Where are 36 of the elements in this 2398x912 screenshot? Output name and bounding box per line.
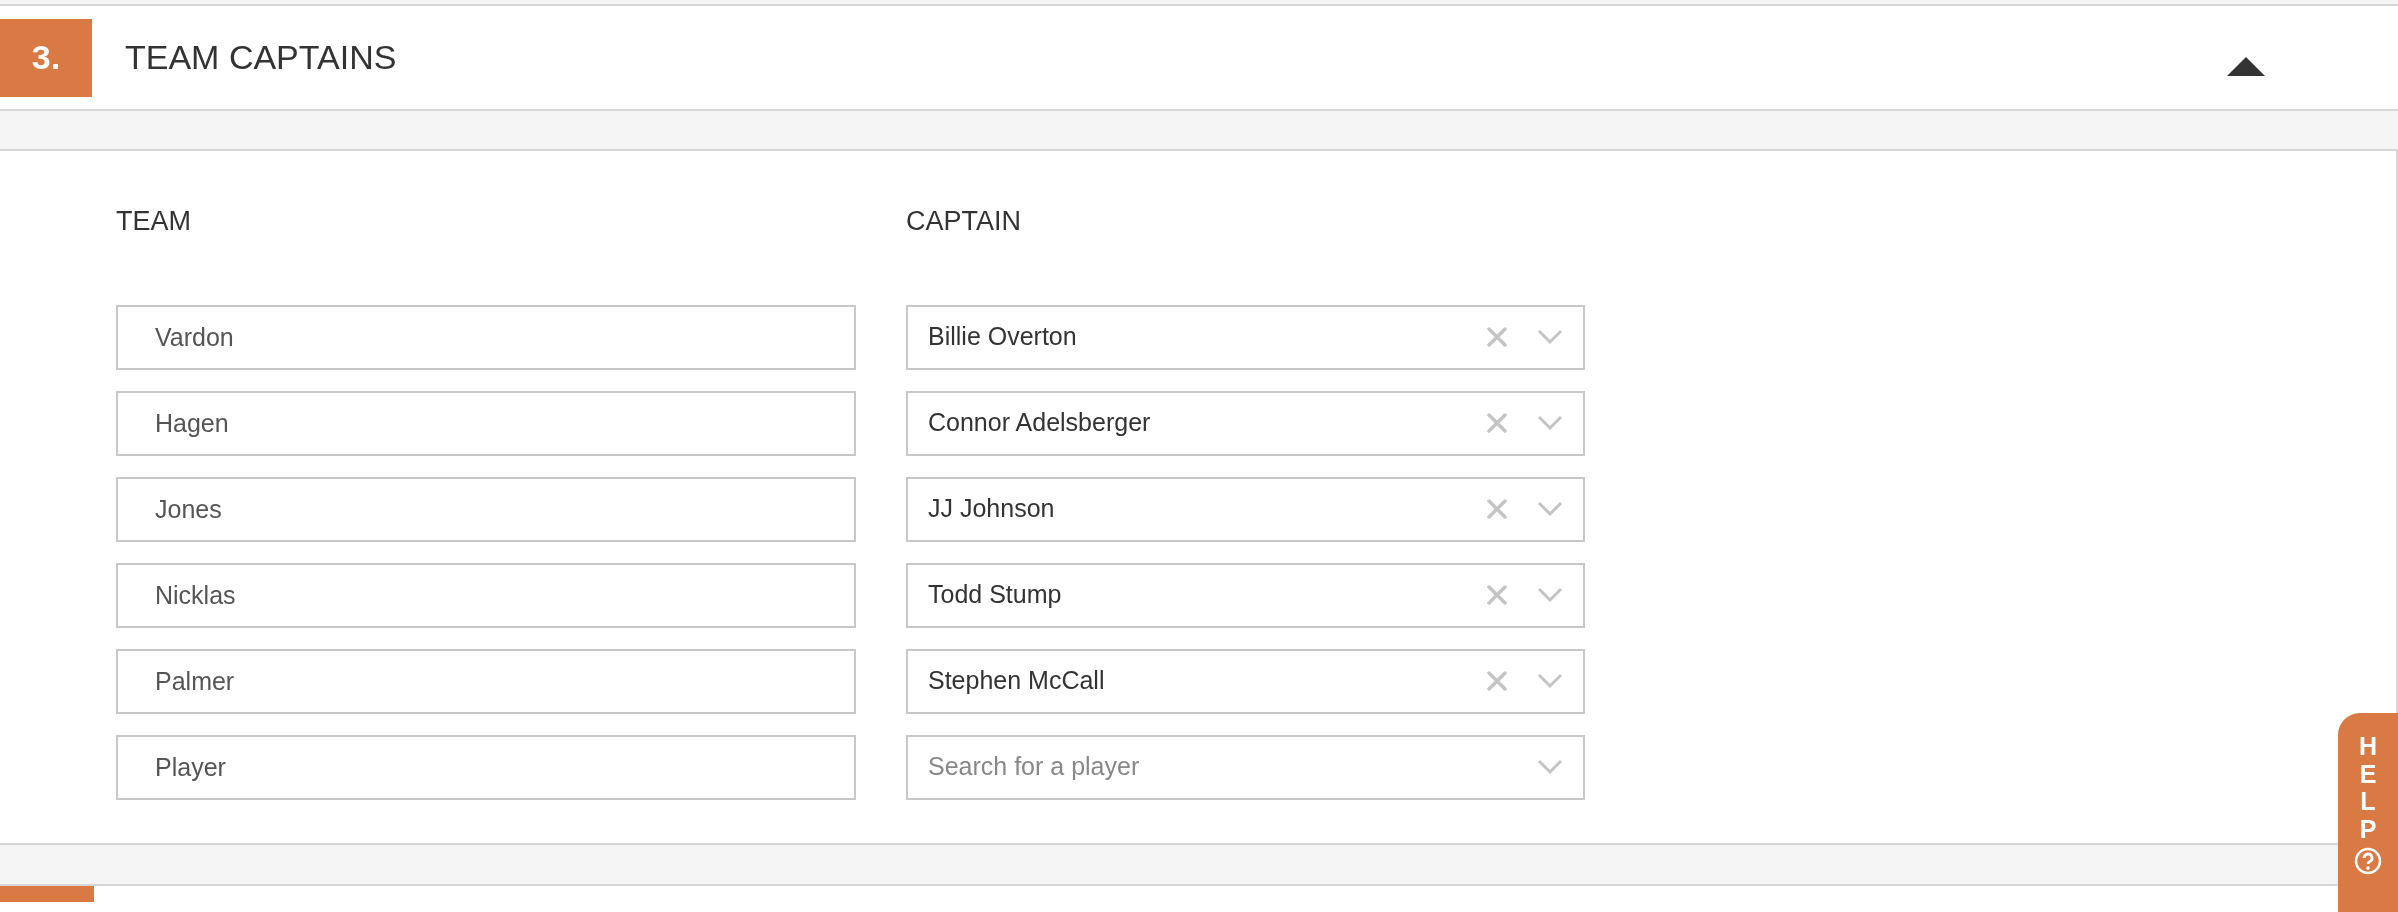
- captain-name: Billie Overton: [928, 321, 1077, 353]
- team-name-field[interactable]: Nicklas: [116, 562, 856, 628]
- placeholder-text: Search for a player: [928, 751, 1140, 783]
- chevron-down-icon[interactable]: [1537, 501, 1563, 517]
- section-title: TEAM CAPTAINS: [125, 37, 397, 78]
- question-circle-icon: [2354, 847, 2382, 875]
- captain-select[interactable]: Billie Overton: [906, 304, 1585, 370]
- team-name-field[interactable]: Vardon: [116, 304, 856, 370]
- clear-icon[interactable]: [1487, 327, 1507, 347]
- team-name-field[interactable]: Player: [116, 734, 856, 800]
- captain-name: Connor Adelsberger: [928, 407, 1151, 439]
- chevron-down-icon[interactable]: [1537, 587, 1563, 603]
- column-header: TEAM: [116, 205, 192, 238]
- captain-select[interactable]: Connor Adelsberger: [906, 390, 1585, 456]
- collapse-arrow-icon[interactable]: [2226, 56, 2266, 76]
- chevron-down-icon[interactable]: [1537, 415, 1563, 431]
- clear-icon[interactable]: [1487, 413, 1507, 433]
- help-label: HELP: [2357, 733, 2379, 843]
- captain-name: Todd Stump: [928, 579, 1062, 611]
- clear-icon[interactable]: [1487, 671, 1507, 691]
- captain-select[interactable]: JJ Johnson: [906, 476, 1585, 542]
- team-name-field[interactable]: Jones: [116, 476, 856, 542]
- team-name-field[interactable]: Hagen: [116, 390, 856, 456]
- captain-select[interactable]: Search for a player: [906, 734, 1585, 800]
- clear-icon[interactable]: [1487, 585, 1507, 605]
- clear-icon[interactable]: [1487, 499, 1507, 519]
- captain-select[interactable]: Stephen McCall: [906, 648, 1585, 714]
- captain-select[interactable]: Todd Stump: [906, 562, 1585, 628]
- column-header: CAPTAIN: [906, 205, 1021, 238]
- chevron-down-icon[interactable]: [1537, 759, 1563, 775]
- captain-name: Stephen McCall: [928, 665, 1105, 697]
- chevron-down-icon[interactable]: [1537, 329, 1563, 345]
- section-number: 3.: [0, 18, 92, 97]
- team-name-field[interactable]: Palmer: [116, 648, 856, 714]
- chevron-down-icon[interactable]: [1537, 673, 1563, 689]
- captain-name: JJ Johnson: [928, 493, 1055, 525]
